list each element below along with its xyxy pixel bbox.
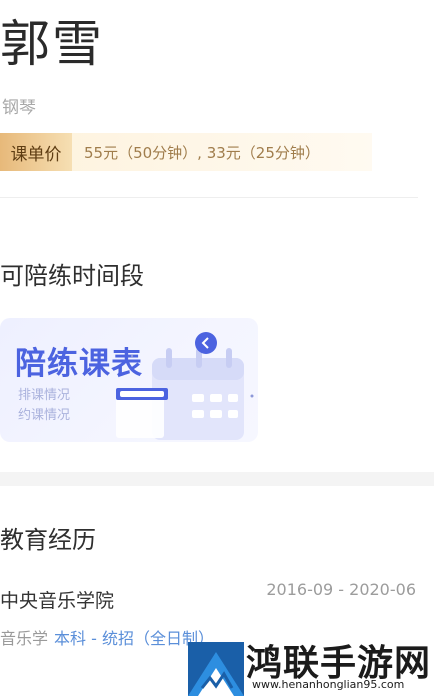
- education-section-title: 教育经历: [0, 526, 96, 554]
- price-row: 课单价 55元（50分钟）, 33元（25分钟）: [0, 133, 372, 171]
- teacher-instrument: 钢琴: [2, 98, 36, 118]
- watermark-logo-icon: [188, 642, 244, 696]
- study-dates: 2016-09 - 2020-06: [266, 580, 416, 599]
- calendar-illustration-icon: [116, 332, 254, 440]
- major-row: 音乐学 本科 - 统招（全日制）: [0, 625, 214, 649]
- teacher-name: 郭雪: [0, 15, 104, 73]
- watermark: 鸿联手游网 www.henanhonglian95.com: [186, 632, 434, 698]
- schedule-card[interactable]: 陪练课表 排课情况 约课情况: [0, 318, 258, 442]
- price-detail: 55元（50分钟）, 33元（25分钟）: [84, 143, 320, 162]
- price-tag: 课单价: [0, 133, 72, 171]
- divider: [0, 197, 418, 198]
- major: 音乐学: [0, 629, 49, 648]
- school-name: 中央音乐学院: [0, 590, 115, 612]
- watermark-url: www.henanhonglian95.com: [252, 678, 405, 691]
- schedule-card-line-booked: 约课情况: [18, 408, 71, 423]
- schedule-card-line-arranged: 排课情况: [18, 388, 71, 403]
- availability-section-title: 可陪练时间段: [0, 262, 144, 290]
- section-separator: [0, 472, 434, 486]
